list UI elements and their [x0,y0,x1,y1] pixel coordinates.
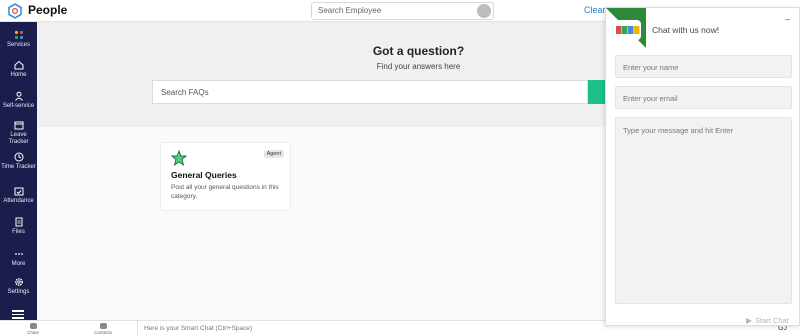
smart-chat-placeholder: Here is your Smart Chat (Ctrl+Space) [144,325,253,332]
sidebar-item-label: Home [10,72,27,78]
message-placeholder: Type your message and hit Enter [623,126,734,135]
sidebar-item-label: Files [12,229,25,235]
faq-search-input[interactable]: Search FAQs [152,80,588,104]
sidebar-item-label: Self-service [2,103,35,109]
send-icon [746,318,752,325]
agent-badge: Agent [263,150,284,158]
sidebar-item-label: More [11,261,26,267]
home-icon [14,60,23,70]
employee-search-input[interactable]: Search Employee [311,2,494,20]
chat-widget: Chat with us now! – Enter your name Ente… [605,7,800,326]
services-grid-icon [14,30,23,40]
files-icon [15,217,22,227]
sidebar: Services Home Self-service Leave Tracker… [0,22,37,336]
chats-label: Chats [27,330,39,335]
contacts-label: Contacts [94,330,112,335]
sidebar-item-label: Leave Tracker [8,132,29,145]
contacts-button[interactable]: Contacts [88,323,118,335]
sidebar-item-files[interactable]: Files [0,217,37,236]
app-title: People [28,3,68,17]
contacts-icon [99,323,107,329]
gear-icon [14,278,23,286]
clock-icon [14,152,23,162]
sidebar-item-time-tracker[interactable]: Time Tracker [0,152,37,171]
zoho-logo-icon [616,26,640,34]
sidebar-item-label: Services [6,42,30,48]
sidebar-item-more[interactable]: More [0,249,37,268]
bottom-right-text: GJ [778,325,787,332]
email-placeholder: Enter your email [623,94,678,103]
sidebar-item-attendance[interactable]: Attendance [0,186,37,205]
chat-message-field[interactable]: Type your message and hit Enter [615,117,792,304]
attendance-calendar-icon [14,187,23,196]
user-icon [14,91,23,101]
employee-search-placeholder: Search Employee [318,6,382,15]
sidebar-item-self-service[interactable]: Self-service [0,91,37,110]
name-placeholder: Enter your name [623,63,679,72]
start-chat-label: Start Chat [755,316,789,325]
chats-button[interactable]: Chats [18,323,48,335]
card-description: Post all your general questions in this … [171,184,279,200]
sidebar-item-label: Time Tracker [1,164,36,170]
calendar-icon [14,121,23,130]
sidebar-item-label: Settings [7,289,30,295]
start-chat-button[interactable]: Start Chat [746,316,789,325]
minimize-button[interactable]: – [785,14,790,24]
sidebar-item-services[interactable]: Services [0,30,37,49]
chat-bubble-icon [29,323,37,329]
sidebar-item-label: Attendance [3,198,34,204]
chat-email-field[interactable]: Enter your email [615,86,792,109]
category-card-general-queries[interactable]: Agent General Queries Post all your gene… [160,142,291,211]
chat-name-field[interactable]: Enter your name [615,55,792,78]
star-icon [171,150,187,166]
sidebar-item-leave-tracker[interactable]: Leave Tracker [0,120,37,146]
sidebar-item-settings[interactable]: Settings [0,277,37,296]
card-title: General Queries [171,170,237,180]
people-logo-icon[interactable] [7,3,23,19]
more-dots-icon [14,253,23,255]
faq-search-placeholder: Search FAQs [161,88,209,97]
zoho-logo [615,20,641,40]
search-icon[interactable] [477,4,491,18]
chat-title: Chat with us now! [652,25,720,35]
sidebar-item-home[interactable]: Home [0,60,37,79]
hamburger-menu-icon[interactable] [12,310,24,321]
